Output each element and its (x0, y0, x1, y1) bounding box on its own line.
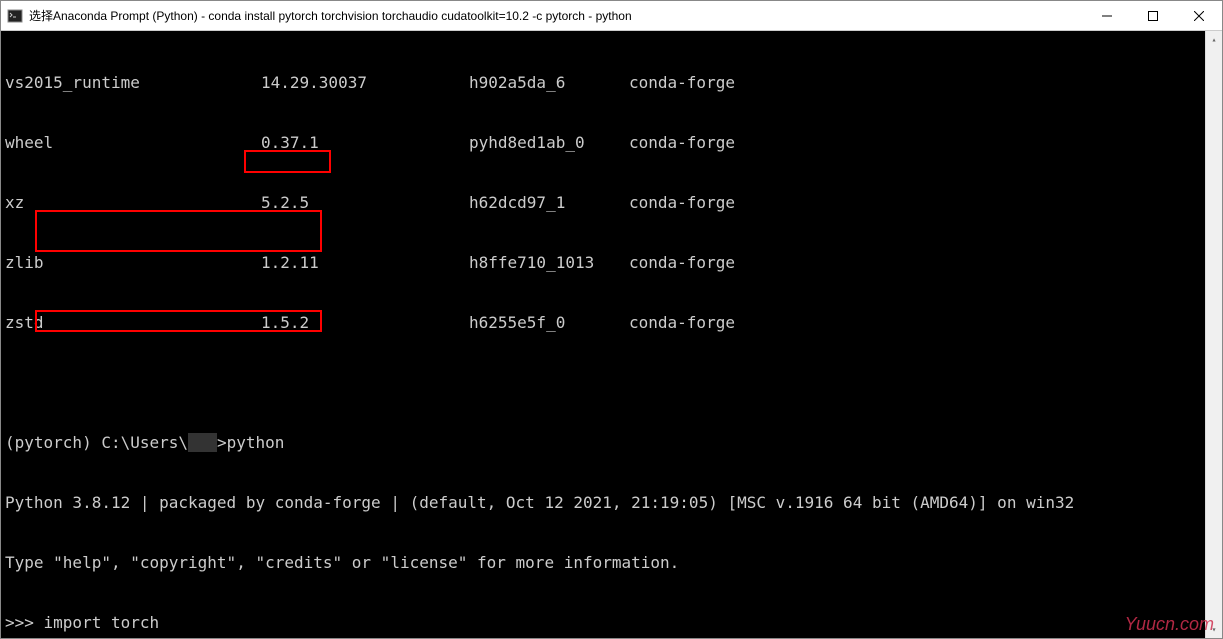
maximize-button[interactable] (1130, 1, 1176, 30)
minimize-button[interactable] (1084, 1, 1130, 30)
package-row: zlib1.2.11h8ffe710_1013conda-forge (5, 253, 1218, 273)
python-banner: Python 3.8.12 | packaged by conda-forge … (5, 493, 1218, 513)
repl-line: >>> import torch (5, 613, 1218, 633)
scroll-up-icon[interactable]: ▴ (1206, 31, 1222, 48)
scrollbar[interactable]: ▴ ▾ (1205, 31, 1222, 638)
package-row: wheel0.37.1pyhd8ed1ab_0conda-forge (5, 133, 1218, 153)
highlight-box-import (35, 210, 322, 252)
blank-line (5, 373, 1218, 393)
window-controls (1084, 1, 1222, 30)
package-row: xz5.2.5h62dcd97_1conda-forge (5, 193, 1218, 213)
close-button[interactable] (1176, 1, 1222, 30)
scroll-track[interactable] (1206, 48, 1222, 621)
python-banner: Type "help", "copyright", "credits" or "… (5, 553, 1218, 573)
highlight-box-python (244, 150, 331, 173)
package-row: vs2015_runtime14.29.30037h902a5da_6conda… (5, 73, 1218, 93)
watermark-text: Yuucn.com (1125, 614, 1214, 634)
app-icon (7, 8, 23, 24)
terminal-window: 选择Anaconda Prompt (Python) - conda insta… (0, 0, 1223, 639)
window-title: 选择Anaconda Prompt (Python) - conda insta… (29, 7, 632, 24)
titlebar[interactable]: 选择Anaconda Prompt (Python) - conda insta… (1, 1, 1222, 31)
shell-prompt-line: (pytorch) C:\Users\ >python (5, 433, 1218, 453)
terminal-body[interactable]: vs2015_runtime14.29.30037h902a5da_6conda… (1, 31, 1222, 638)
package-row: zstd1.5.2h6255e5f_0conda-forge (5, 313, 1218, 333)
